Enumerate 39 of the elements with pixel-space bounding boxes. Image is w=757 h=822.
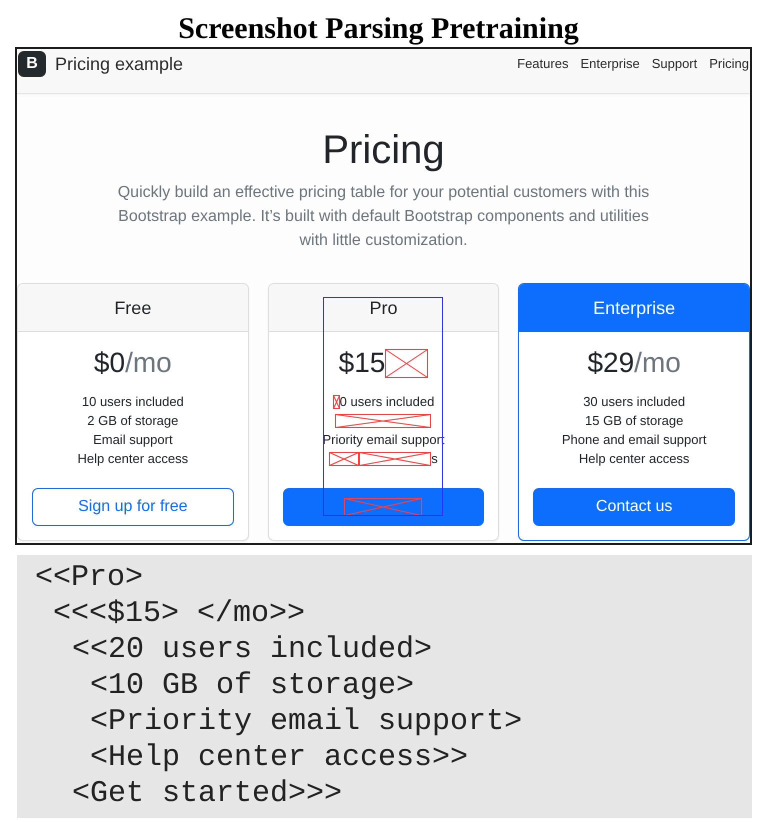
price-period: /mo (634, 346, 681, 380)
price-period: /mo (125, 346, 172, 380)
price-amount: $15 (338, 346, 386, 380)
nav-link[interactable]: Enterprise (580, 54, 640, 74)
code-line: <Priority email support> (90, 704, 522, 740)
masked-region (385, 348, 428, 378)
card-action-button[interactable]: Sign up for free (32, 488, 234, 526)
code-line: <Help center access>> (90, 740, 468, 776)
price-amount: $29 (587, 346, 634, 380)
card-title: Free (114, 296, 152, 320)
feature-item: s (431, 450, 438, 468)
code-line: <Get started>>> (72, 776, 342, 812)
nav-link[interactable]: Features (517, 54, 568, 74)
price-amount: $0 (94, 346, 126, 380)
feature-item: Help center access (578, 450, 690, 468)
feature-item: Help center access (78, 450, 188, 468)
card-action-button[interactable] (282, 488, 484, 526)
page-heading: Pricing (322, 127, 445, 174)
brand-name[interactable]: Pricing example (55, 50, 184, 78)
card-title: Pro (369, 296, 398, 320)
feature-item: 30 users included (583, 393, 686, 411)
nav-link[interactable]: Pricing (709, 54, 749, 74)
feature-item: 10 users included (82, 393, 184, 411)
nav-link[interactable]: Support (652, 54, 698, 74)
code-line: <<Pro> (35, 560, 144, 596)
feature-item: Email support (93, 431, 173, 449)
card-action-button[interactable]: Contact us (533, 488, 735, 526)
masked-region (332, 394, 340, 408)
code-line: <<20 users included> (72, 632, 432, 668)
brand-logo[interactable]: B (18, 51, 46, 77)
lead-paragraph: Quickly build an effective pricing table for your potential customers with this Bootstrap example. It’s built with default Bootstrap components and utilities with little customization. (116, 183, 650, 251)
code-line: <10 GB of storage> (90, 668, 414, 704)
feature-item: 0 users included (340, 393, 434, 411)
card-title: Enterprise (593, 296, 676, 320)
feature-item: Phone and email support (562, 431, 706, 449)
feature-item: 15 GB of storage (585, 412, 684, 430)
figure-title: Screenshot Parsing Pretraining (178, 11, 579, 47)
feature-item: 2 GB of storage (87, 412, 178, 430)
code-line: <<<$15> </mo>> (53, 596, 306, 632)
